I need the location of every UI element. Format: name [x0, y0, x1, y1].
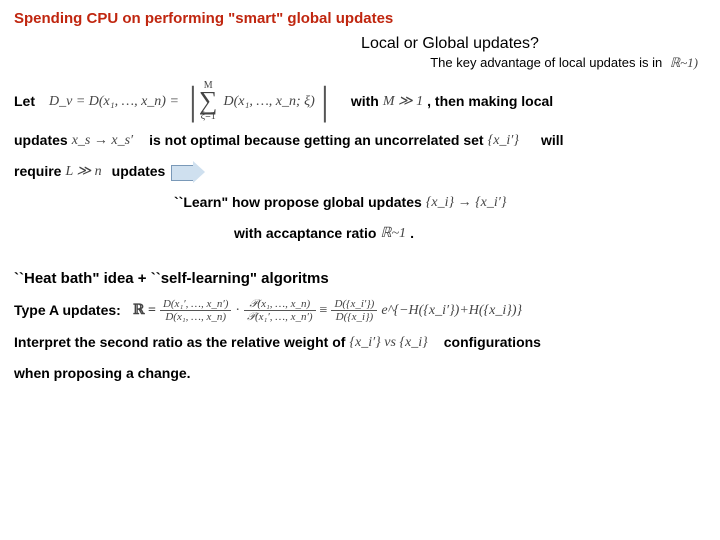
dv-rhs: | M ∑ ξ=1 D(x₁, …, x_n; ξ) |	[189, 81, 329, 122]
word-require: require	[14, 159, 61, 184]
frac-1-num: D(x₁′, …, x_n′)	[160, 298, 231, 311]
key-advantage-math: ℝ~1)	[666, 55, 702, 70]
line-updates-not-optimal: updates x_s → x_s′ is not optimal becaus…	[14, 128, 706, 153]
sum-icon: M ∑ ξ=1	[199, 81, 218, 122]
heatbath-text: ``Heat bath" idea + ``self-learning" alg…	[14, 265, 329, 292]
m-gg-1: M ≫ 1	[379, 89, 427, 114]
text-not-optimal: is not optimal because getting an uncorr…	[149, 128, 484, 153]
key-advantage-line: The key advantage of local updates is in…	[14, 55, 702, 71]
abs-close: |	[321, 85, 329, 117]
line-learn: ``Learn" how propose global updates {x_i…	[174, 190, 706, 215]
section-heading: Local or Global updates?	[194, 35, 706, 53]
acceptance-text: with accaptance ratio	[234, 221, 376, 246]
acceptance-math: ℝ~1	[376, 221, 410, 246]
frac-1: D(x₁′, …, x_n′) D(x₁, …, x_n)	[160, 298, 231, 324]
tail-then-making-local: , then making local	[427, 89, 553, 114]
exp-term: e^{−H({x_i′})+H({x_i})}	[377, 298, 526, 323]
frac-3: D({x_i′}) D({x_i})	[331, 298, 377, 324]
type-a-label: Type A updates:	[14, 298, 121, 323]
line-heatbath: ``Heat bath" idea + ``self-learning" alg…	[14, 265, 706, 292]
word-updates-2: updates	[112, 159, 166, 184]
interpret-math: {x_i′} vs {x_i}	[345, 330, 431, 355]
line-last: when proposing a change.	[14, 361, 706, 386]
sigma-icon: ∑	[199, 91, 218, 112]
arrow-icon	[171, 161, 205, 183]
abs-open: |	[189, 85, 197, 117]
slide-title: Spending CPU on performing "smart" globa…	[14, 10, 706, 27]
r-equals: ℝ =	[129, 298, 160, 323]
dot-1: ·	[231, 298, 244, 323]
dv-lhs: D_v = D(x₁, …, x_n) =	[45, 89, 183, 114]
xs-to-xsprime: x_s → x_s′	[68, 128, 137, 153]
frac-2-den: 𝒫(x₁′, …, x_n′)	[244, 311, 315, 324]
line-require: require L ≫ n updates	[14, 159, 706, 184]
last-text: when proposing a change.	[14, 361, 191, 386]
line-acceptance: with accaptance ratio ℝ~1 .	[234, 221, 706, 246]
equiv: ≡	[316, 298, 332, 323]
l-gg-n: L ≫ n	[61, 159, 105, 184]
line-interpret: Interpret the second ratio as the relati…	[14, 330, 706, 355]
word-with: with	[351, 89, 379, 114]
frac-2: 𝒫(x₁, …, x_n) 𝒫(x₁′, …, x_n′)	[244, 298, 315, 324]
word-updates: updates	[14, 128, 68, 153]
line-let: Let D_v = D(x₁, …, x_n) = | M ∑ ξ=1 D(x₁…	[14, 81, 706, 122]
frac-3-num: D({x_i′})	[331, 298, 377, 311]
sum-body: D(x₁, …, x_n; ξ)	[219, 89, 318, 114]
key-advantage-text: The key advantage of local updates is in	[430, 55, 666, 70]
interpret-a: Interpret the second ratio as the relati…	[14, 330, 345, 355]
acceptance-dot: .	[410, 221, 414, 246]
set-xiprime: {x_i′}	[484, 128, 523, 153]
learn-text: ``Learn" how propose global updates	[174, 190, 422, 215]
sum-lower: ξ=1	[201, 112, 216, 122]
word-will: will	[541, 128, 564, 153]
interpret-b: configurations	[444, 330, 541, 355]
xi-map: {x_i} → {x_i′}	[422, 190, 511, 215]
frac-3-den: D({x_i})	[333, 311, 377, 324]
word-let: Let	[14, 89, 35, 114]
line-type-a: Type A updates: ℝ = D(x₁′, …, x_n′) D(x₁…	[14, 298, 706, 324]
frac-2-num: 𝒫(x₁, …, x_n)	[246, 298, 313, 311]
frac-1-den: D(x₁, …, x_n)	[162, 311, 229, 324]
